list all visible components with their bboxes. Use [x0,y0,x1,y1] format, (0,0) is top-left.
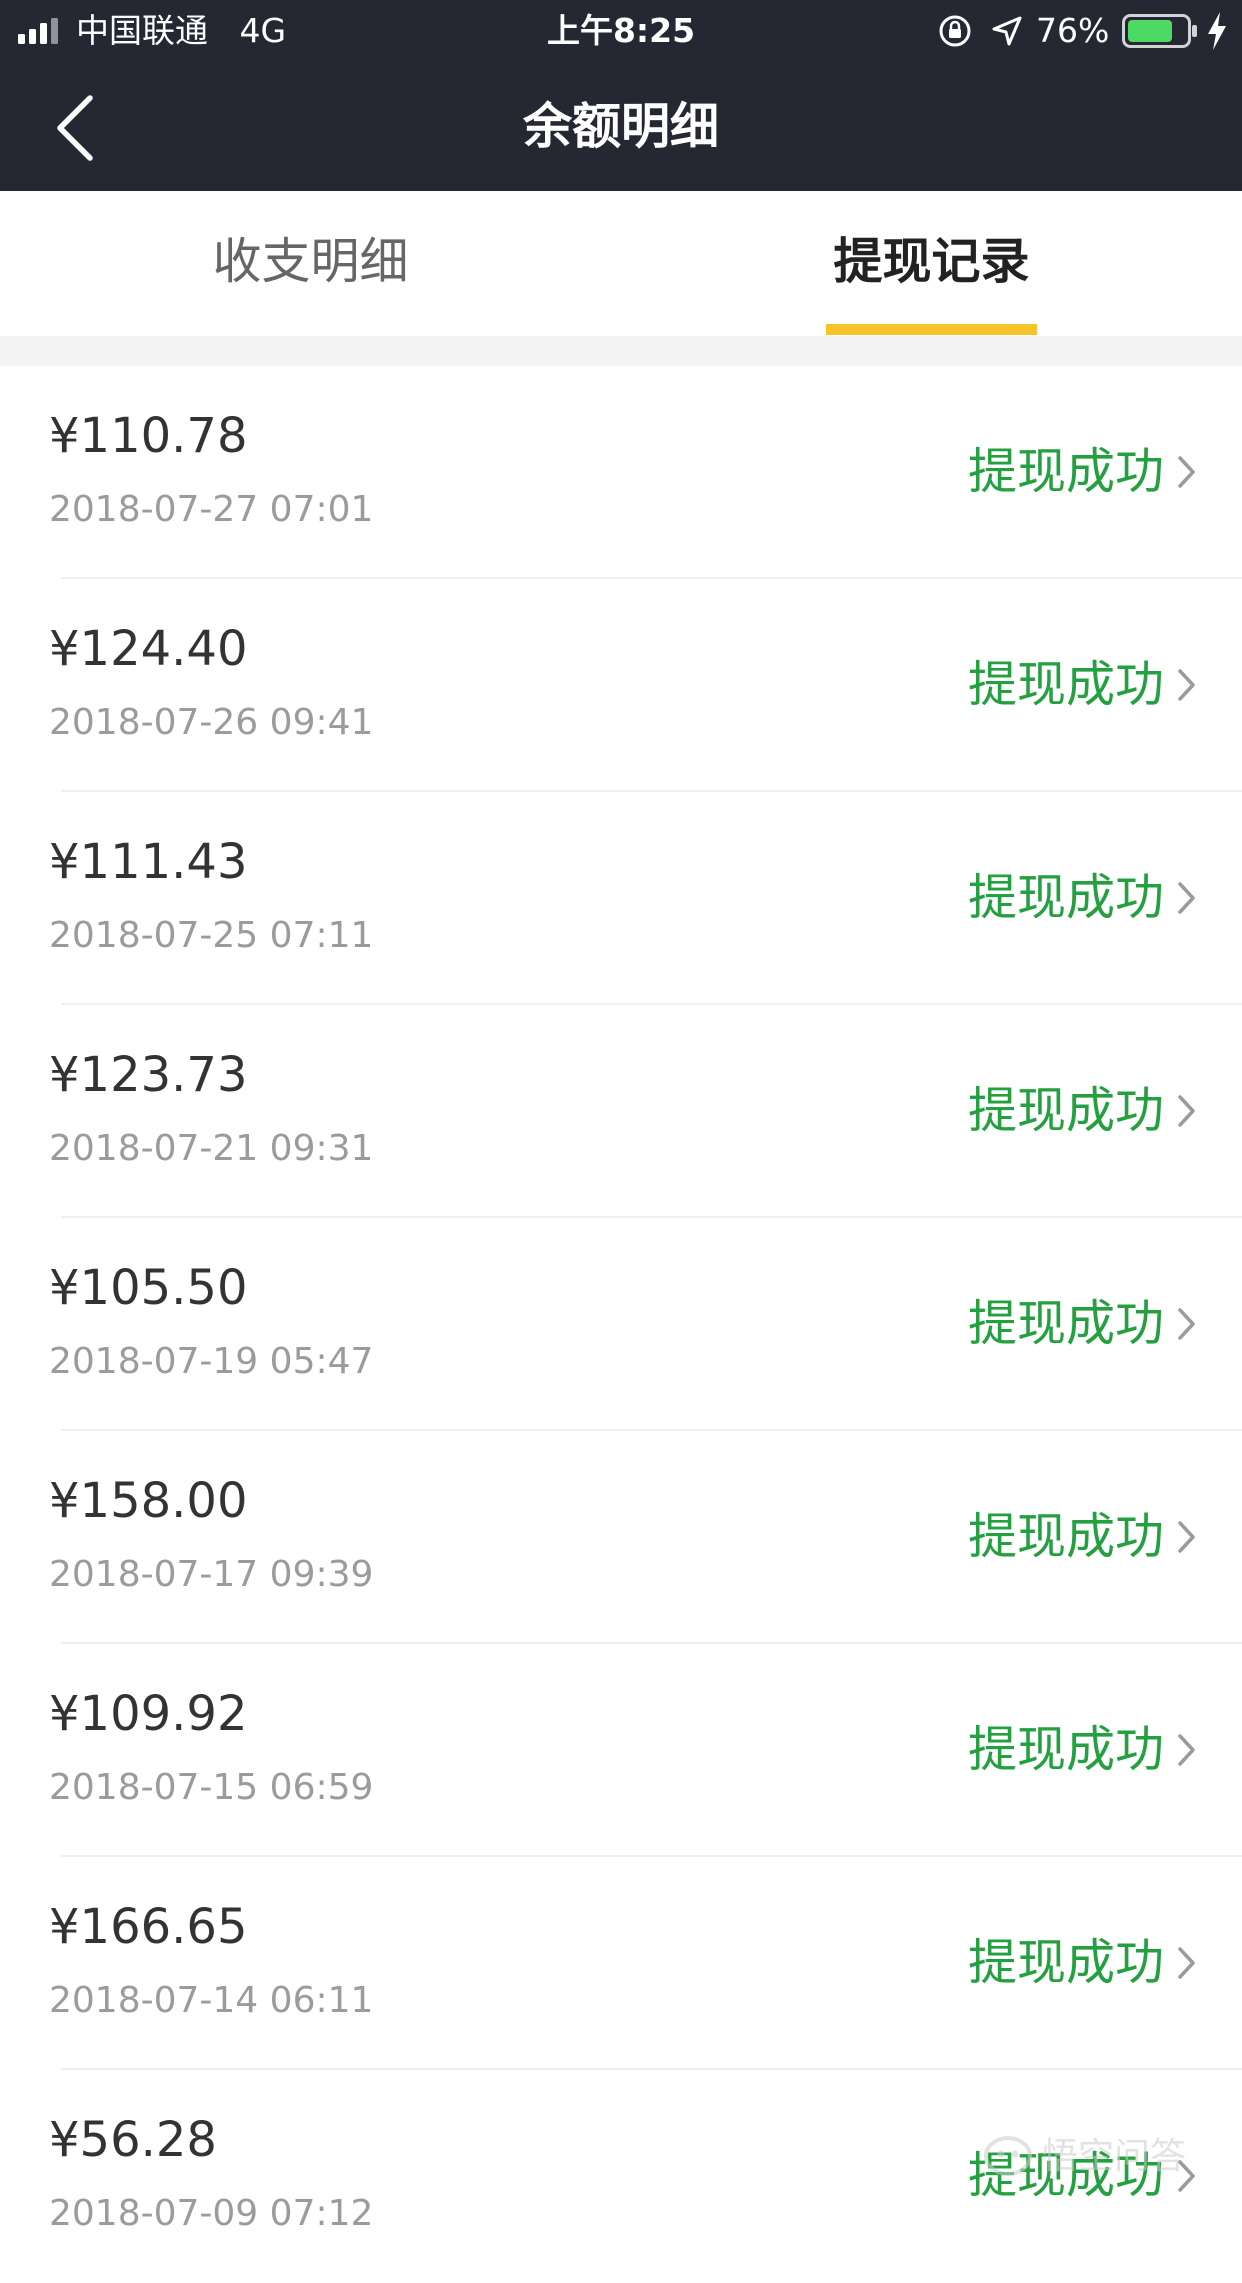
navigation-bar: 余额明细 [0,62,1242,191]
withdrawal-status: 提现成功 [967,443,1164,500]
chevron-right-icon [1178,1947,1195,1979]
list-item[interactable]: ¥158.00 2018-07-17 09:39 提现成功 [0,1431,1242,1644]
chevron-right-icon [1178,1308,1195,1340]
withdrawal-amount: ¥110.78 [49,408,248,464]
withdrawal-amount: ¥123.73 [49,1047,248,1103]
top-bar: 中国联通 4G 上午8:25 76% 余额明细 [0,0,1242,191]
active-tab-indicator [826,324,1037,335]
withdrawal-status: 提现成功 [967,1508,1164,1565]
withdrawal-amount: ¥105.50 [49,1260,248,1316]
wukong-logo-icon: 悟空问答 [984,2136,1186,2177]
withdrawal-amount: ¥111.43 [49,834,248,890]
withdrawal-time: 2018-07-09 07:12 [49,2193,374,2234]
withdrawal-time: 2018-07-15 06:59 [49,1767,374,1808]
battery-icon [1122,14,1197,48]
withdrawal-amount: ¥158.00 [49,1473,248,1529]
withdrawal-status: 提现成功 [967,1082,1164,1139]
status-bar: 中国联通 4G 上午8:25 76% [0,0,1242,62]
section-divider [0,336,1242,366]
withdrawal-time: 2018-07-27 07:01 [49,489,374,530]
chevron-right-icon [1178,1521,1195,1553]
watermark-text: 悟空问答 [1042,2136,1186,2177]
withdrawal-time: 2018-07-14 06:11 [49,1980,374,2021]
orientation-lock-icon [939,15,971,47]
withdrawal-amount: ¥109.92 [49,1686,248,1742]
charging-bolt-icon [1208,12,1226,50]
chevron-right-icon [1178,1734,1195,1766]
withdrawal-amount: ¥56.28 [49,2112,217,2168]
withdrawal-time: 2018-07-17 09:39 [49,1554,374,1595]
tab-bar: 收支明细 提现记录 [0,191,1242,336]
list-item[interactable]: ¥110.78 2018-07-27 07:01 提现成功 [0,366,1242,579]
list-item[interactable]: ¥105.50 2018-07-19 05:47 提现成功 [0,1218,1242,1431]
chevron-right-icon [1178,1095,1195,1127]
list-item[interactable]: ¥166.65 2018-07-14 06:11 提现成功 [0,1857,1242,2070]
withdrawal-time: 2018-07-26 09:41 [49,702,374,743]
list-item[interactable]: ¥124.40 2018-07-26 09:41 提现成功 [0,579,1242,792]
withdrawal-status: 提现成功 [967,1295,1164,1352]
chevron-right-icon [1178,456,1195,488]
list-item[interactable]: ¥109.92 2018-07-15 06:59 提现成功 [0,1644,1242,1857]
withdrawal-status: 提现成功 [967,656,1164,713]
list-item[interactable]: ¥123.73 2018-07-21 09:31 提现成功 [0,1005,1242,1218]
list-item[interactable]: ¥111.43 2018-07-25 07:11 提现成功 [0,792,1242,1005]
withdrawal-time: 2018-07-21 09:31 [49,1128,374,1169]
withdrawal-time: 2018-07-25 07:11 [49,915,374,956]
battery-percentage: 76% [1036,11,1110,50]
withdrawal-amount: ¥124.40 [49,621,248,677]
page-title: 余额明细 [522,98,719,155]
tab-income-expense[interactable]: 收支明细 [0,191,621,336]
tab-withdrawal-records[interactable]: 提现记录 [621,191,1242,336]
withdrawal-amount: ¥166.65 [49,1899,248,1955]
withdrawal-status: 提现成功 [967,1721,1164,1778]
withdrawal-time: 2018-07-19 05:47 [49,1341,374,1382]
withdrawal-status: 提现成功 [967,869,1164,926]
withdrawal-status: 提现成功 [967,1934,1164,1991]
chevron-right-icon [1178,882,1195,914]
chevron-right-icon [1178,669,1195,701]
withdrawal-list: ¥110.78 2018-07-27 07:01 提现成功 ¥124.40 20… [0,366,1242,2283]
location-arrow-icon [992,16,1022,46]
